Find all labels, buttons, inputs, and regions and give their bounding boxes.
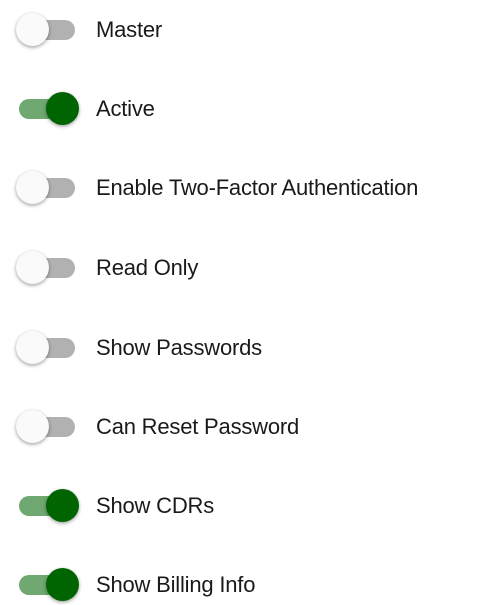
toggle-row-show-cdrs[interactable]: Show CDRs: [0, 474, 477, 522]
toggle-row-show-billing-info[interactable]: Show Billing Info: [0, 553, 477, 601]
switch-thumb: [46, 568, 79, 601]
show-billing-info-switch[interactable]: [16, 565, 80, 605]
toggle-row-active[interactable]: Active: [0, 77, 477, 125]
switch-thumb: [46, 92, 79, 125]
toggle-row-show-passwords[interactable]: Show Passwords: [0, 316, 477, 364]
toggle-row-can-reset-password[interactable]: Can Reset Password: [0, 395, 477, 443]
two-factor-label: Enable Two-Factor Authentication: [96, 175, 419, 200]
can-reset-password-switch[interactable]: [16, 407, 80, 447]
active-label: Active: [96, 96, 155, 121]
show-cdrs-switch[interactable]: [16, 486, 80, 526]
switch-thumb: [46, 489, 79, 522]
switch-thumb: [16, 410, 49, 443]
show-billing-info-label: Show Billing Info: [96, 572, 256, 597]
switch-thumb: [16, 13, 49, 46]
show-cdrs-label: Show CDRs: [96, 493, 215, 518]
toggle-row-read-only[interactable]: Read Only: [0, 236, 477, 284]
master-switch[interactable]: [16, 10, 80, 50]
show-passwords-label: Show Passwords: [96, 335, 262, 360]
switch-thumb: [16, 331, 49, 364]
read-only-label: Read Only: [96, 255, 199, 280]
two-factor-switch[interactable]: [16, 168, 80, 208]
show-passwords-switch[interactable]: [16, 328, 80, 368]
master-label: Master: [96, 17, 163, 42]
toggle-row-master[interactable]: Master: [0, 0, 477, 46]
active-switch[interactable]: [16, 89, 80, 129]
switch-thumb: [16, 171, 49, 204]
read-only-switch[interactable]: [16, 248, 80, 288]
toggle-row-two-factor[interactable]: Enable Two-Factor Authentication: [0, 156, 477, 204]
can-reset-password-label: Can Reset Password: [96, 414, 300, 439]
switch-thumb: [16, 251, 49, 284]
permission-toggle-list: Master Active Enable Two-Factor Authenti…: [0, 0, 477, 601]
